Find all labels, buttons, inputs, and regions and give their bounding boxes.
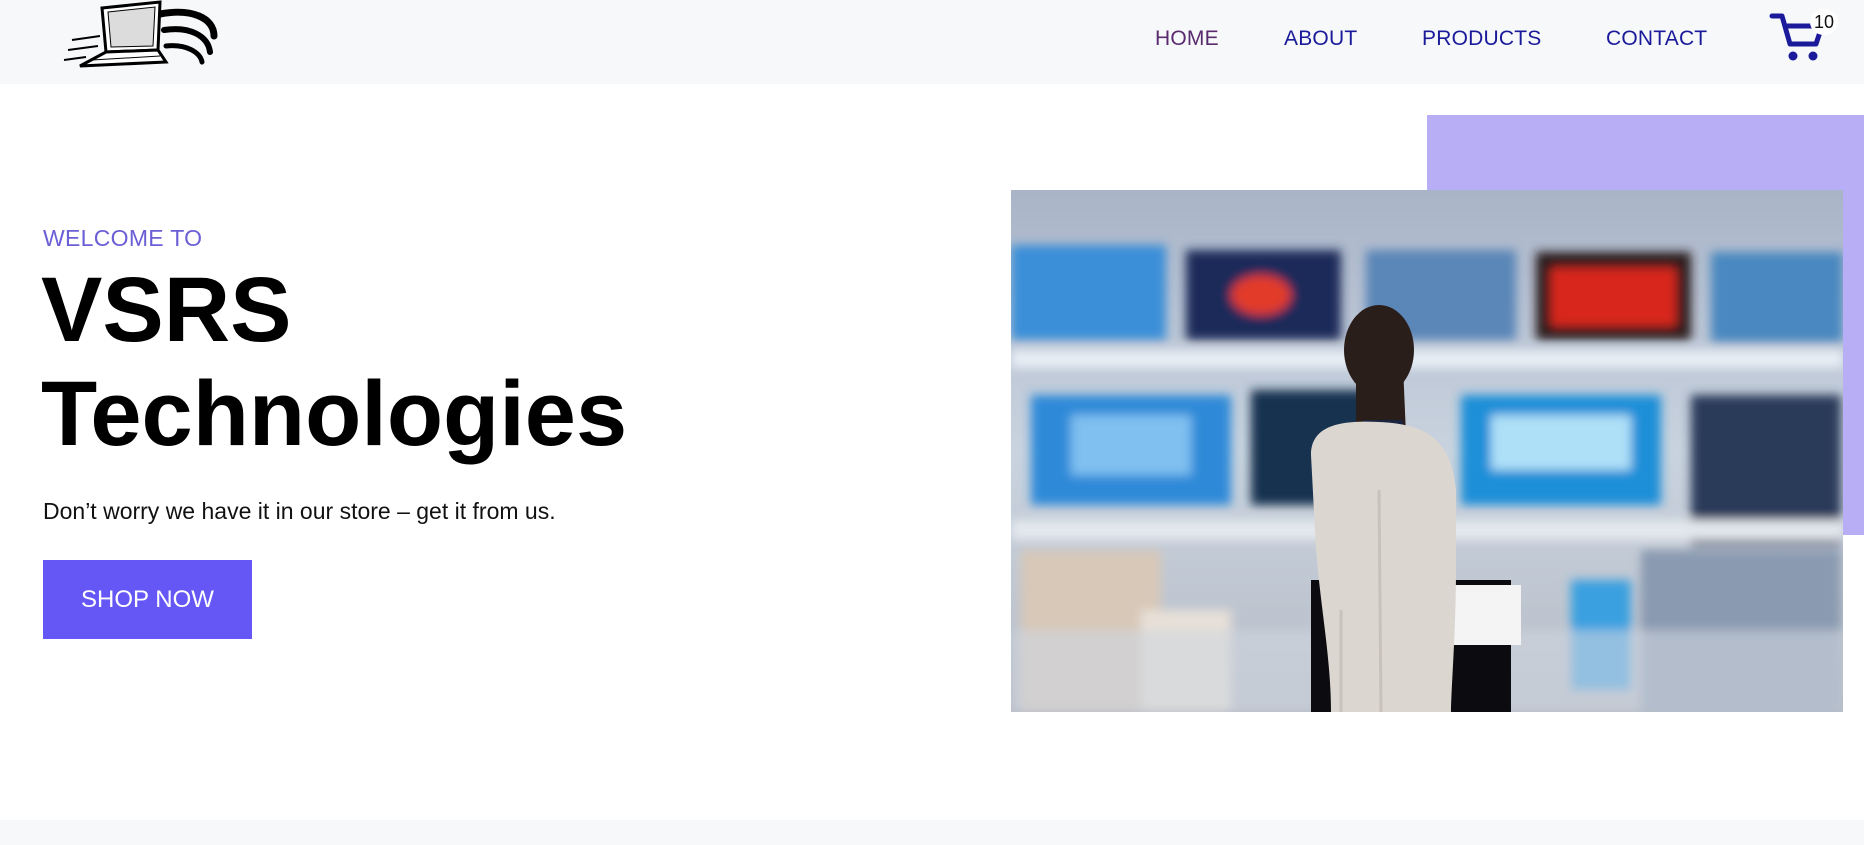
nav-links: HOME ABOUT PRODUCTS CONTACT (0, 0, 1864, 84)
nav-about-link[interactable]: ABOUT (1284, 27, 1357, 51)
brand-title: VSRS Technologies (41, 258, 627, 466)
cart-count-badge: 10 (1810, 9, 1838, 35)
nav-home-link[interactable]: HOME (1155, 27, 1219, 51)
nav-products-link[interactable]: PRODUCTS (1422, 27, 1541, 51)
welcome-label: WELCOME TO (43, 225, 203, 251)
footer-strip (0, 820, 1864, 845)
hero-image (1011, 190, 1843, 712)
store-photo-illustration (1011, 190, 1843, 712)
brand-title-line-1: VSRS (41, 259, 292, 361)
brand-title-line-2: Technologies (41, 363, 628, 465)
navbar: HOME ABOUT PRODUCTS CONTACT 10 (0, 0, 1864, 84)
hero-tagline: Don’t worry we have it in our store – ge… (43, 498, 556, 524)
nav-contact-link[interactable]: CONTACT (1606, 27, 1707, 51)
shop-now-button[interactable]: SHOP NOW (43, 560, 252, 639)
